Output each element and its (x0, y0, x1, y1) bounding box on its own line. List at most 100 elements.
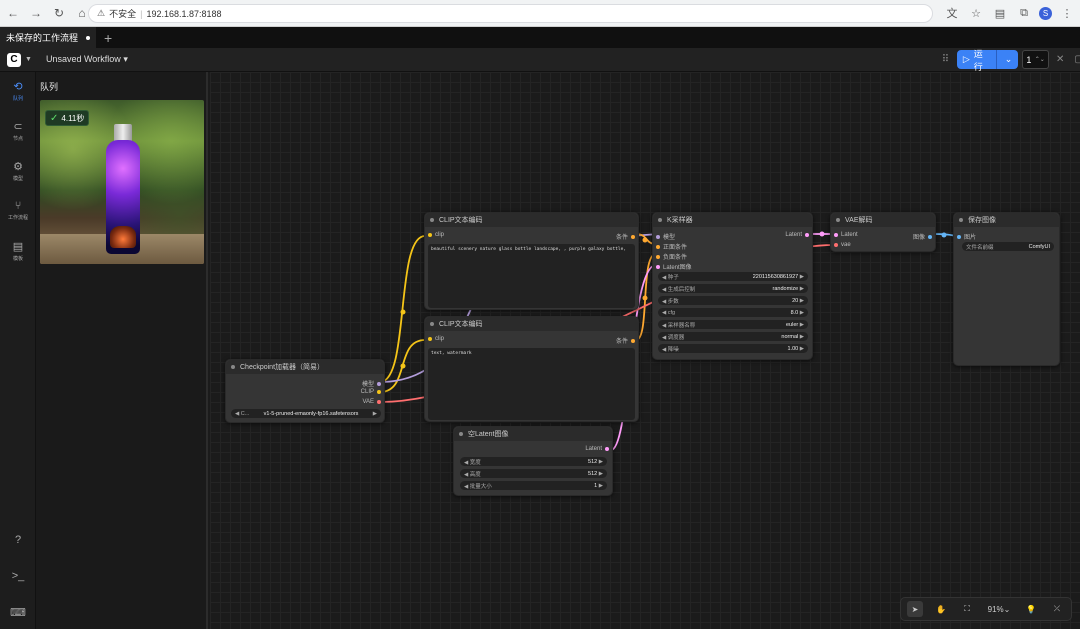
prompt-textarea[interactable]: beautiful scenery nature glass bottle la… (428, 244, 635, 308)
collapse-dot-icon[interactable] (959, 218, 963, 222)
lightbulb-icon[interactable]: 💡 (1023, 601, 1039, 617)
output-slot-model[interactable]: 模型 (362, 379, 381, 388)
zoom-level: 91% (987, 604, 1004, 614)
input-slot-vae[interactable]: vae (834, 242, 851, 248)
run-button[interactable]: ▷ 运行 ⌄ (956, 49, 1019, 72)
collapse-dot-icon[interactable] (231, 365, 235, 369)
widget-sampler-name[interactable]: ◀ 采样器名称 euler ▶ (658, 320, 808, 329)
sidebar-item-templates[interactable]: ▤ 模板 (0, 240, 36, 262)
sidebar-item-workflows[interactable]: ⑂ 工作流程 (0, 200, 36, 221)
fullscreen-icon[interactable]: ▢ (1072, 54, 1080, 65)
logo-chevron-down-icon[interactable]: ▼ (25, 56, 32, 63)
node-checkpoint-loader[interactable]: Checkpoint加载器（简易） 模型 CLIP VAE ◀ C... v1-5… (225, 359, 385, 423)
ckpt-name-combo[interactable]: ◀ C... v1-5-pruned-emaonly-fp16.safetenso… (231, 409, 381, 418)
select-mode-icon[interactable]: ➤ (907, 601, 923, 617)
output-slot-clip[interactable]: CLIP (361, 389, 381, 395)
browser-toolbar: ← → ↻ ⌂ ⚠ 不安全 | 192.168.1.87:8188 文 ☆ ▤ … (0, 0, 1080, 27)
address-bar[interactable]: ⚠ 不安全 | 192.168.1.87:8188 (88, 4, 933, 23)
node-ksampler[interactable]: K采样器 模型 正面条件 负面条件 Latent图像 Latent ◀ 种子 22… (652, 212, 813, 360)
prompt-textarea[interactable]: text, watermark (428, 348, 635, 420)
history-icon: ⟲ (13, 81, 23, 93)
keyboard-icon: ⌨ (10, 607, 26, 619)
run-mode-chevron-icon[interactable]: ⌄ (1005, 54, 1013, 65)
workflow-tabbar: 未保存的工作流程 + (0, 27, 1080, 48)
batch-count-input[interactable]: 1 ⌃⌄ (1022, 50, 1049, 69)
drag-handle-icon[interactable]: ⠿ (938, 54, 953, 65)
widget-batch-size[interactable]: ◀ 批量大小 1 ▶ (460, 481, 607, 490)
widget-width[interactable]: ◀ 宽度 512 ▶ (460, 457, 607, 466)
widget-cfg[interactable]: ◀ cfg 8.0 ▶ (658, 308, 808, 317)
terminal-icon: >_ (11, 570, 25, 582)
tab-unsaved-workflow[interactable]: 未保存的工作流程 (0, 27, 97, 48)
input-slot-positive[interactable]: 正面条件 (656, 242, 687, 251)
collapse-dot-icon[interactable] (459, 432, 463, 436)
reload-icon[interactable]: ↻ (49, 3, 69, 23)
queue-result-image[interactable]: ✓ 4.11秒 (40, 100, 204, 264)
input-slot-clip[interactable]: clip (428, 232, 444, 238)
unsaved-dot-icon (86, 35, 91, 40)
fit-view-icon[interactable]: ⛶ (959, 601, 975, 617)
sidebar-item-queue[interactable]: ⟲ 队列 (0, 80, 36, 102)
widget-scheduler[interactable]: ◀ 调度器 normal ▶ (658, 332, 808, 341)
collapse-dot-icon[interactable] (658, 218, 662, 222)
node-title: 空Latent图像 (468, 431, 509, 438)
output-slot-conditioning[interactable]: 条件 (616, 336, 635, 345)
collapse-dot-icon[interactable] (430, 218, 434, 222)
tab-label: 未保存的工作流程 (6, 33, 79, 43)
node-clip-text-encode-negative[interactable]: CLIP文本编码 clip 条件 text, watermark (424, 316, 639, 422)
new-tab-plus-icon[interactable]: + (104, 30, 112, 46)
translate-icon[interactable]: 文 (943, 4, 961, 22)
comfy-logo-icon[interactable]: C (7, 52, 21, 67)
sidebar-item-models[interactable]: ⚙ 模型 (0, 160, 36, 182)
templates-icon: ▤ (12, 241, 24, 253)
widget-control-after-generate[interactable]: ◀ 生成后控制 randomize ▶ (658, 284, 808, 293)
bookmark-star-icon[interactable]: ☆ (967, 4, 985, 22)
input-slot-latent[interactable]: Latent (834, 232, 858, 238)
help-button[interactable]: ? (0, 534, 36, 548)
output-slot-image[interactable]: 图像 (913, 232, 932, 241)
widget-filename-prefix[interactable]: 文件名前缀 ComfyUI (962, 242, 1054, 251)
input-slot-model[interactable]: 模型 (656, 232, 675, 241)
node-title: CLIP文本编码 (439, 321, 483, 328)
widget-denoise[interactable]: ◀ 降噪 1.00 ▶ (658, 344, 808, 353)
input-slot-latent[interactable]: Latent图像 (656, 262, 692, 271)
link-visibility-icon[interactable]: ⤫ (1049, 601, 1065, 617)
output-slot-vae[interactable]: VAE (362, 399, 381, 405)
input-slot-negative[interactable]: 负面条件 (656, 252, 687, 261)
stepper-icon[interactable]: ⌃⌄ (1035, 56, 1045, 63)
pan-hand-icon[interactable]: ✋ (933, 601, 949, 617)
play-icon: ▷ (962, 54, 970, 64)
keyboard-button[interactable]: ⌨ (0, 606, 36, 621)
security-label: 不安全 (109, 9, 137, 19)
graph-canvas[interactable] (210, 72, 1080, 629)
output-slot-latent[interactable]: Latent (785, 232, 809, 238)
forward-icon[interactable]: → (26, 3, 46, 23)
node-vae-decode[interactable]: VAE解码 Latent vae 图像 (830, 212, 936, 252)
node-title: CLIP文本编码 (439, 217, 483, 224)
collapse-dot-icon[interactable] (836, 218, 840, 222)
input-slot-clip[interactable]: clip (428, 336, 444, 342)
collapse-dot-icon[interactable] (430, 322, 434, 326)
node-empty-latent-image[interactable]: 空Latent图像 Latent ◀ 宽度 512 ▶ ◀ 高度 512 ▶ ◀ 批… (453, 426, 613, 496)
extensions-icon[interactable]: ⧉ (1015, 4, 1033, 22)
widget-steps[interactable]: ◀ 步数 20 ▶ (658, 296, 808, 305)
zoom-dropdown[interactable]: 91% ⌄ (985, 601, 1013, 617)
execution-time-badge: ✓ 4.11秒 (45, 110, 90, 126)
close-icon[interactable]: ✕ (1053, 54, 1068, 65)
back-icon[interactable]: ← (3, 3, 23, 23)
widget-height[interactable]: ◀ 高度 512 ▶ (460, 469, 607, 478)
profile-avatar-icon[interactable]: S (1039, 6, 1052, 20)
widget-seed[interactable]: ◀ 种子 220115630861927 ▶ (658, 272, 808, 281)
more-menu-icon[interactable]: ⋮ (1058, 4, 1076, 22)
workflow-title-dropdown[interactable]: Unsaved Workflow ▾ (46, 54, 128, 65)
input-slot-images[interactable]: 图片 (957, 232, 976, 241)
node-clip-text-encode-positive[interactable]: CLIP文本编码 clip 条件 beautiful scenery natur… (424, 212, 639, 310)
output-slot-latent[interactable]: Latent (585, 446, 609, 452)
run-label: 运行 (973, 48, 983, 72)
node-save-image[interactable]: 保存图像 图片 文件名前缀 ComfyUI (953, 212, 1060, 366)
sidebar: ⟲ 队列 ⊂ 节点 ⚙ 模型 ⑂ 工作流程 ▤ 模板 ? >_ ⌨ (0, 72, 36, 629)
sidebar-item-nodes[interactable]: ⊂ 节点 (0, 120, 36, 142)
folder-icon[interactable]: ▤ (991, 4, 1009, 22)
output-slot-conditioning[interactable]: 条件 (616, 232, 635, 241)
terminal-button[interactable]: >_ (0, 570, 36, 584)
